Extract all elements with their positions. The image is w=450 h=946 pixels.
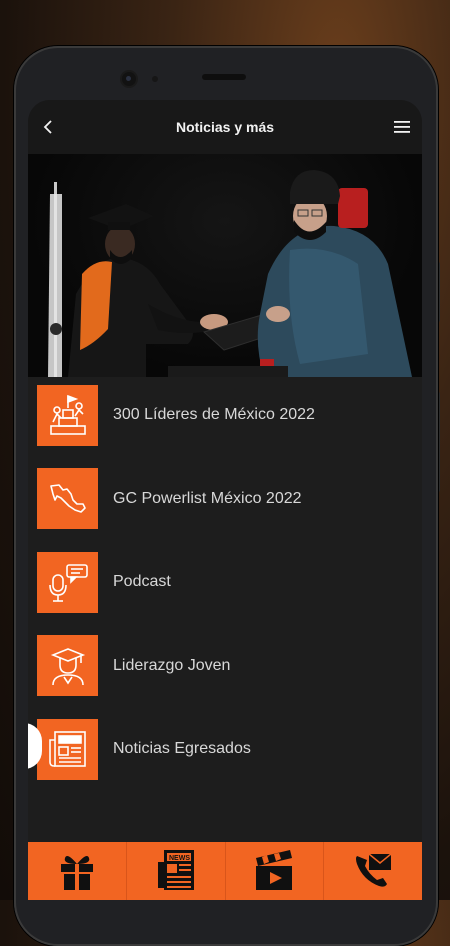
menu-item-label: Noticias Egresados (113, 740, 251, 757)
menu-item-label: 300 Líderes de México 2022 (113, 406, 315, 423)
mexico-map-icon (37, 468, 98, 529)
proximity-sensor (152, 76, 158, 82)
phone-mail-icon (356, 853, 392, 887)
earpiece-speaker (202, 74, 246, 80)
graduation-ceremony-photo (48, 170, 412, 377)
nav-video[interactable] (226, 842, 325, 900)
newspaper-icon (37, 718, 98, 780)
clapperboard-icon (256, 850, 293, 890)
hamburger-menu-icon (394, 121, 410, 133)
nav-gift[interactable] (28, 842, 127, 900)
menu-item-300-lideres[interactable]: 300 Líderes de México 2022 (28, 384, 422, 446)
back-button[interactable] (36, 115, 60, 139)
hero-image (28, 154, 422, 377)
app-bar: Noticias y más (28, 100, 422, 154)
menu-item-podcast[interactable]: Podcast (28, 551, 422, 613)
chevron-left-icon (43, 120, 52, 134)
menu-item-label: Liderazgo Joven (113, 656, 231, 674)
svg-text:NEWS: NEWS (169, 855, 190, 862)
gift-icon (60, 856, 93, 890)
menu-item-gc-powerlist[interactable]: GC Powerlist México 2022 (28, 468, 422, 529)
nav-news[interactable]: NEWS (127, 842, 226, 900)
menu-item-label: Podcast (113, 573, 171, 590)
menu-item-label: GC Powerlist México 2022 (113, 489, 302, 507)
leaders-podium-icon (37, 384, 98, 446)
menu-button[interactable] (390, 115, 414, 139)
page-title: Noticias y más (175, 119, 275, 135)
bottom-nav: NEWS (28, 842, 422, 900)
menu-list: 300 Líderes de México 2022 GC Powerlist … (28, 377, 422, 780)
app-screen: Noticias y más 300 Líderes de México 202… (28, 100, 422, 900)
news-icon: NEWS (157, 850, 194, 890)
podcast-microphone-icon (37, 551, 98, 613)
menu-item-liderazgo-joven[interactable]: Liderazgo Joven (28, 635, 422, 696)
menu-item-noticias-egresados[interactable]: Noticias Egresados (28, 718, 422, 780)
nav-contact[interactable] (324, 842, 422, 900)
graduate-icon (37, 635, 98, 696)
front-camera (122, 72, 136, 86)
